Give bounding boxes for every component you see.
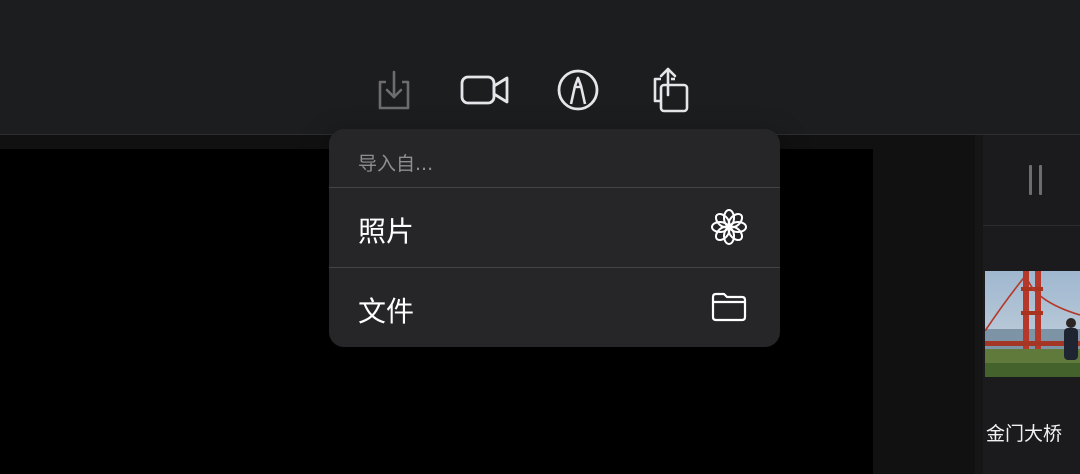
panel-divider[interactable] xyxy=(975,135,983,474)
clip-thumbnail[interactable] xyxy=(985,271,1080,377)
share-icon xyxy=(653,67,689,113)
photos-flower-icon xyxy=(711,209,747,245)
menu-item-files[interactable]: 文件 xyxy=(329,268,780,346)
share-button[interactable] xyxy=(640,62,700,118)
folder-icon xyxy=(711,292,747,322)
side-panel: 金门大桥 xyxy=(983,135,1080,474)
markup-pen-icon xyxy=(557,69,599,111)
pause-icon[interactable] xyxy=(1029,165,1047,195)
menu-item-label: 照片 xyxy=(358,215,415,248)
menu-header: 导入自... xyxy=(358,153,434,175)
import-icon xyxy=(378,70,410,110)
side-panel-header xyxy=(983,135,1080,226)
clip-title: 金门大桥 xyxy=(986,423,1063,445)
import-button[interactable] xyxy=(364,62,424,118)
golden-gate-bridge-image xyxy=(985,271,1080,377)
video-camera-icon xyxy=(460,75,509,105)
markup-button[interactable] xyxy=(548,62,608,118)
menu-item-label: 文件 xyxy=(358,295,415,328)
toolbar xyxy=(0,0,1080,135)
import-from-menu: 导入自... 照片 文件 xyxy=(329,129,780,347)
menu-item-photos[interactable]: 照片 xyxy=(329,188,780,266)
camera-button[interactable] xyxy=(455,62,515,118)
